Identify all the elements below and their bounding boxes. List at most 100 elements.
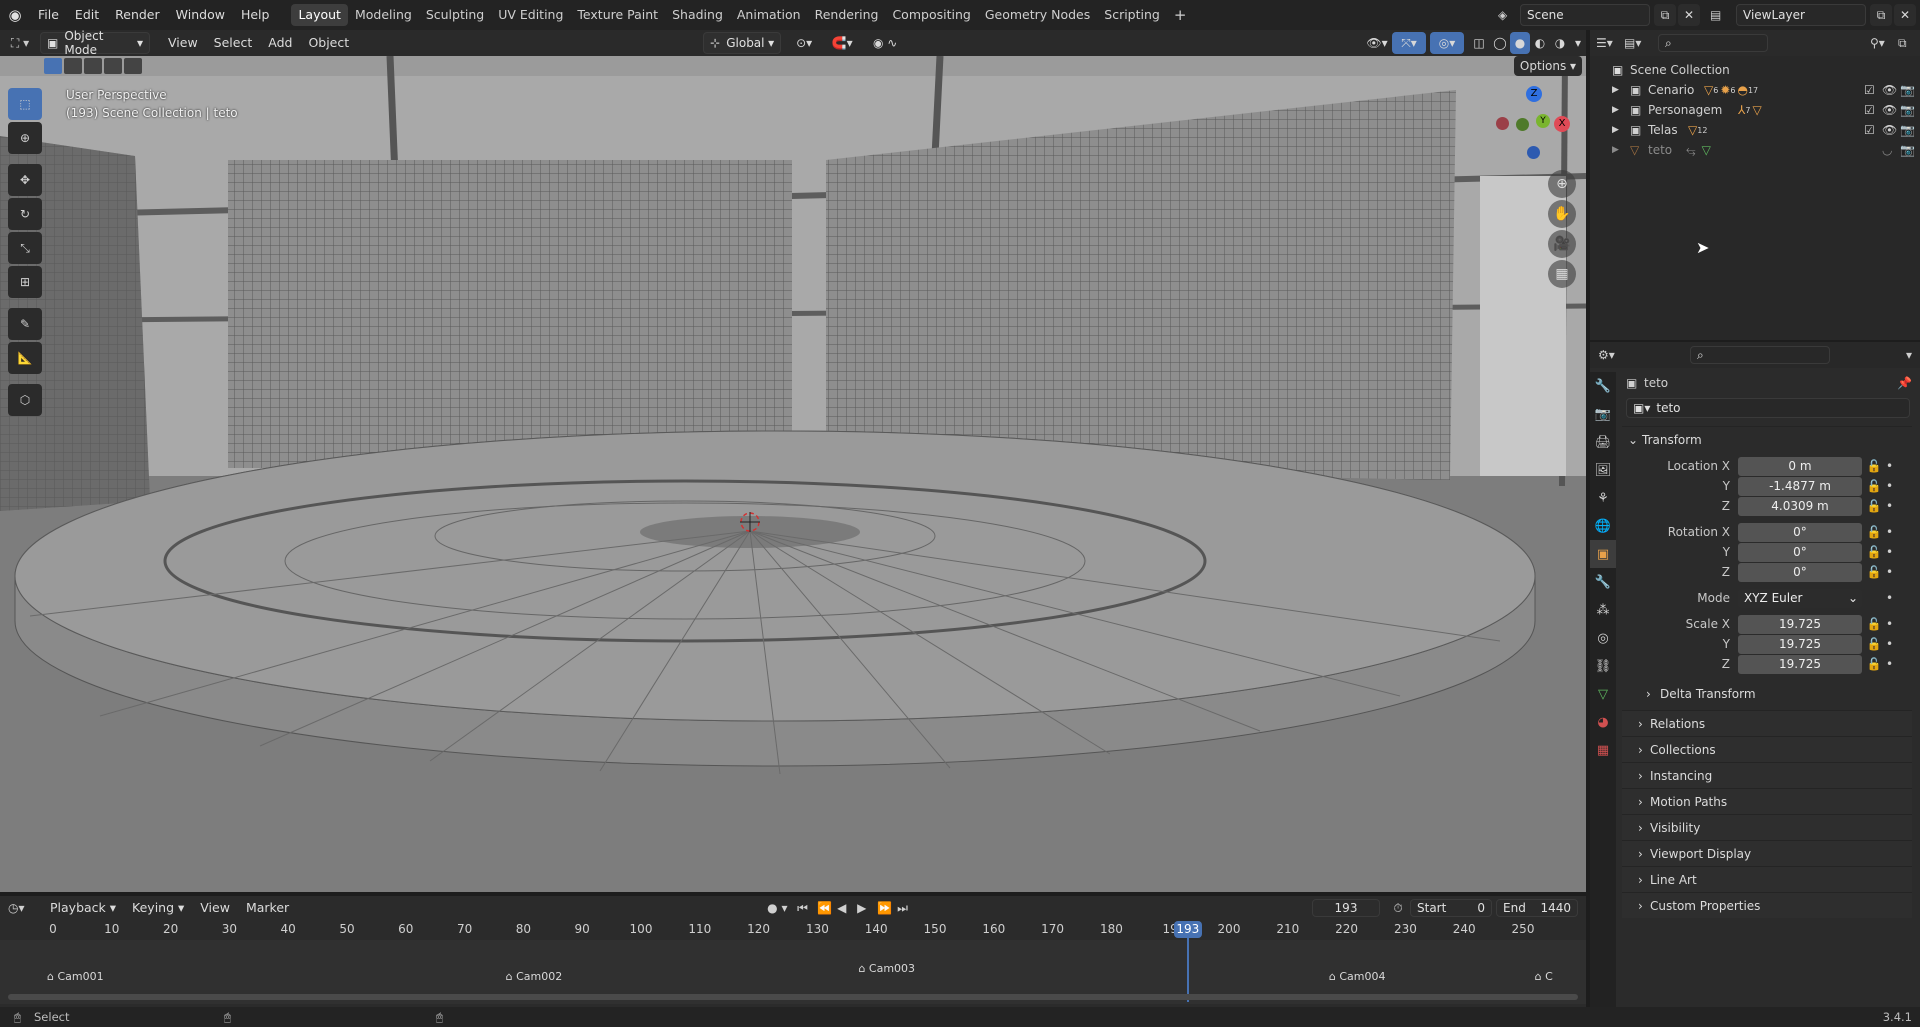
modifier-tab-icon[interactable]: 🔧 <box>1590 568 1616 596</box>
panel-collections[interactable]: › Collections <box>1622 736 1912 762</box>
gizmo-neg-z[interactable] <box>1527 146 1540 159</box>
outliner-row-cenario[interactable]: ▶ ▣ Cenario ▽ 6 ✹ 6 ◓ 17 ☑ 👁 📷 <box>1612 80 1920 100</box>
timeline-menu-keying[interactable]: Keying ▾ <box>124 897 192 919</box>
jump-keyframe-back-icon[interactable]: ⏪ <box>817 901 837 915</box>
camera-render-icon[interactable]: 📷 <box>1900 143 1920 157</box>
lock-icon[interactable]: 🔓 <box>1862 565 1886 579</box>
filter-icon[interactable]: ⚲▾ <box>1870 36 1898 50</box>
transform-panel-header[interactable]: ⌄ Transform <box>1622 426 1912 452</box>
texture-tab-icon[interactable]: ▦ <box>1590 736 1616 764</box>
panel-viewport-display[interactable]: › Viewport Display <box>1622 840 1912 866</box>
lock-icon[interactable]: 🔓 <box>1862 459 1886 473</box>
panel-custom-properties[interactable]: › Custom Properties <box>1622 892 1912 918</box>
select-extend-mode-icon[interactable] <box>64 58 82 74</box>
view-layer-field[interactable]: ViewLayer <box>1736 4 1866 26</box>
menu-render[interactable]: Render <box>107 4 168 26</box>
lock-icon[interactable]: 🔓 <box>1862 499 1886 513</box>
keyframe-dot-icon[interactable]: • <box>1886 591 1893 605</box>
scene-field[interactable]: Scene <box>1520 4 1650 26</box>
selection-mode-icons[interactable] <box>44 58 142 74</box>
scale-z-field[interactable]: 19.725 <box>1738 654 1862 674</box>
snap-icon[interactable]: 🧲▾ <box>819 32 865 54</box>
panel-motion-paths[interactable]: › Motion Paths <box>1622 788 1912 814</box>
record-icon[interactable]: ● ▾ <box>767 901 797 915</box>
view-layer-icon[interactable]: ▤ <box>1710 8 1736 22</box>
object-datablock-field[interactable]: ▣▾ teto <box>1626 398 1910 418</box>
timeline-scrollbar[interactable] <box>8 994 1578 1000</box>
measure-tool-icon[interactable]: 📐 <box>8 342 42 374</box>
timeline-menu-view[interactable]: View <box>192 897 238 919</box>
scene-selector-icon[interactable]: ◈ <box>1498 8 1520 22</box>
keyframe-dot-icon[interactable]: • <box>1886 499 1893 513</box>
proportional-edit-icon[interactable]: ◉ ∿ <box>865 32 905 54</box>
outliner-row-personagem[interactable]: ▶ ▣ Personagem ⅄ 7 ▽ ☑ 👁 📷 <box>1612 100 1920 120</box>
select-box-tool-icon[interactable]: ⬚ <box>8 88 42 120</box>
lock-icon[interactable]: 🔓 <box>1862 545 1886 559</box>
select-intersect-mode-icon[interactable] <box>124 58 142 74</box>
exclude-checkbox[interactable]: ☑ <box>1864 83 1882 97</box>
camera-marker[interactable]: ⌂ Cam002 <box>506 970 563 983</box>
workspace-tab-texture-paint[interactable]: Texture Paint <box>570 4 665 26</box>
camera-marker[interactable]: ⌂ Cam001 <box>47 970 104 983</box>
3d-viewport[interactable]: User Perspective (193) Scene Collection … <box>0 56 1586 892</box>
add-workspace-button[interactable]: + <box>1167 4 1194 26</box>
current-frame-field[interactable]: 193 <box>1312 899 1380 917</box>
delete-view-layer-button[interactable]: ✕ <box>1894 4 1916 26</box>
workspace-tab-shading[interactable]: Shading <box>665 4 730 26</box>
workspace-tab-compositing[interactable]: Compositing <box>885 4 977 26</box>
object-tab-icon[interactable]: ▣ <box>1590 540 1616 568</box>
scale-tool-icon[interactable]: ⤡ <box>8 232 42 264</box>
wireframe-shading-icon[interactable]: ◯ <box>1490 32 1510 54</box>
end-frame-field[interactable]: End 1440 <box>1496 899 1578 917</box>
rotation-mode-dropdown[interactable]: XYZ Euler ⌄ <box>1738 588 1862 608</box>
render-tab-icon[interactable]: 📷 <box>1590 400 1616 428</box>
delta-transform-subpanel[interactable]: › Delta Transform <box>1626 682 1912 706</box>
gizmo-z-axis[interactable]: Z <box>1526 86 1542 102</box>
pan-hand-icon[interactable]: ✋ <box>1548 200 1576 228</box>
lock-icon[interactable]: 🔓 <box>1862 479 1886 493</box>
panel-relations[interactable]: › Relations <box>1622 710 1912 736</box>
annotate-tool-icon[interactable]: ✎ <box>8 308 42 340</box>
viewport-menu-object[interactable]: Object <box>300 32 357 54</box>
move-tool-icon[interactable]: ✥ <box>8 164 42 196</box>
keyframe-dot-icon[interactable]: • <box>1886 617 1893 631</box>
particles-tab-icon[interactable]: ⁂ <box>1590 596 1616 624</box>
rotate-tool-icon[interactable]: ↻ <box>8 198 42 230</box>
camera-render-icon[interactable]: 📷 <box>1900 83 1920 97</box>
chevron-down-icon[interactable]: ▾ <box>1906 348 1912 362</box>
material-tab-icon[interactable]: ◕ <box>1590 708 1616 736</box>
view-layer-tab-icon[interactable]: 🖼 <box>1590 456 1616 484</box>
outliner-root[interactable]: ▣ Scene Collection <box>1612 60 1920 80</box>
eye-icon[interactable]: 👁 <box>1882 123 1900 137</box>
workspace-tab-geometry-nodes[interactable]: Geometry Nodes <box>978 4 1097 26</box>
workspace-tab-animation[interactable]: Animation <box>730 4 808 26</box>
properties-editor-type-icon[interactable]: ⚙▾ <box>1598 348 1638 362</box>
panel-instancing[interactable]: › Instancing <box>1622 762 1912 788</box>
outliner-search-input[interactable]: ⌕ <box>1658 34 1768 52</box>
gizmo-x-axis[interactable]: X <box>1554 116 1570 132</box>
workspace-tab-modeling[interactable]: Modeling <box>348 4 419 26</box>
display-mode-icon[interactable]: ▤▾ <box>1624 36 1654 50</box>
lock-icon[interactable]: 🔓 <box>1862 617 1886 631</box>
location-z-field[interactable]: 4.0309 m <box>1738 496 1862 516</box>
jump-start-icon[interactable]: ⏮ <box>797 901 817 916</box>
location-y-field[interactable]: -1.4877 m <box>1738 476 1862 496</box>
xray-toggle-icon[interactable]: ◫ <box>1468 32 1490 54</box>
select-subtract-mode-icon[interactable] <box>84 58 102 74</box>
keyframe-dot-icon[interactable]: • <box>1886 637 1893 651</box>
mode-dropdown[interactable]: ▣ Object Mode ▾ <box>40 29 150 57</box>
cursor-tool-icon[interactable]: ⊕ <box>8 122 42 154</box>
lock-icon[interactable]: 🔓 <box>1862 525 1886 539</box>
play-icon[interactable]: ▶ <box>857 901 877 915</box>
tool-tab-icon[interactable]: 🔧 <box>1590 372 1616 400</box>
gizmo-neg-x[interactable] <box>1496 117 1509 130</box>
viewport-menu-view[interactable]: View <box>160 32 206 54</box>
menu-file[interactable]: File <box>30 4 67 26</box>
rendered-shading-icon[interactable]: ◑ <box>1550 32 1570 54</box>
workspace-tab-uv-editing[interactable]: UV Editing <box>491 4 570 26</box>
eye-icon[interactable]: 👁 <box>1882 103 1900 117</box>
scale-y-field[interactable]: 19.725 <box>1738 634 1862 654</box>
options-button[interactable]: Options ▾ <box>1514 56 1582 76</box>
menu-edit[interactable]: Edit <box>67 4 107 26</box>
scene-tab-icon[interactable]: ⚘ <box>1590 484 1616 512</box>
